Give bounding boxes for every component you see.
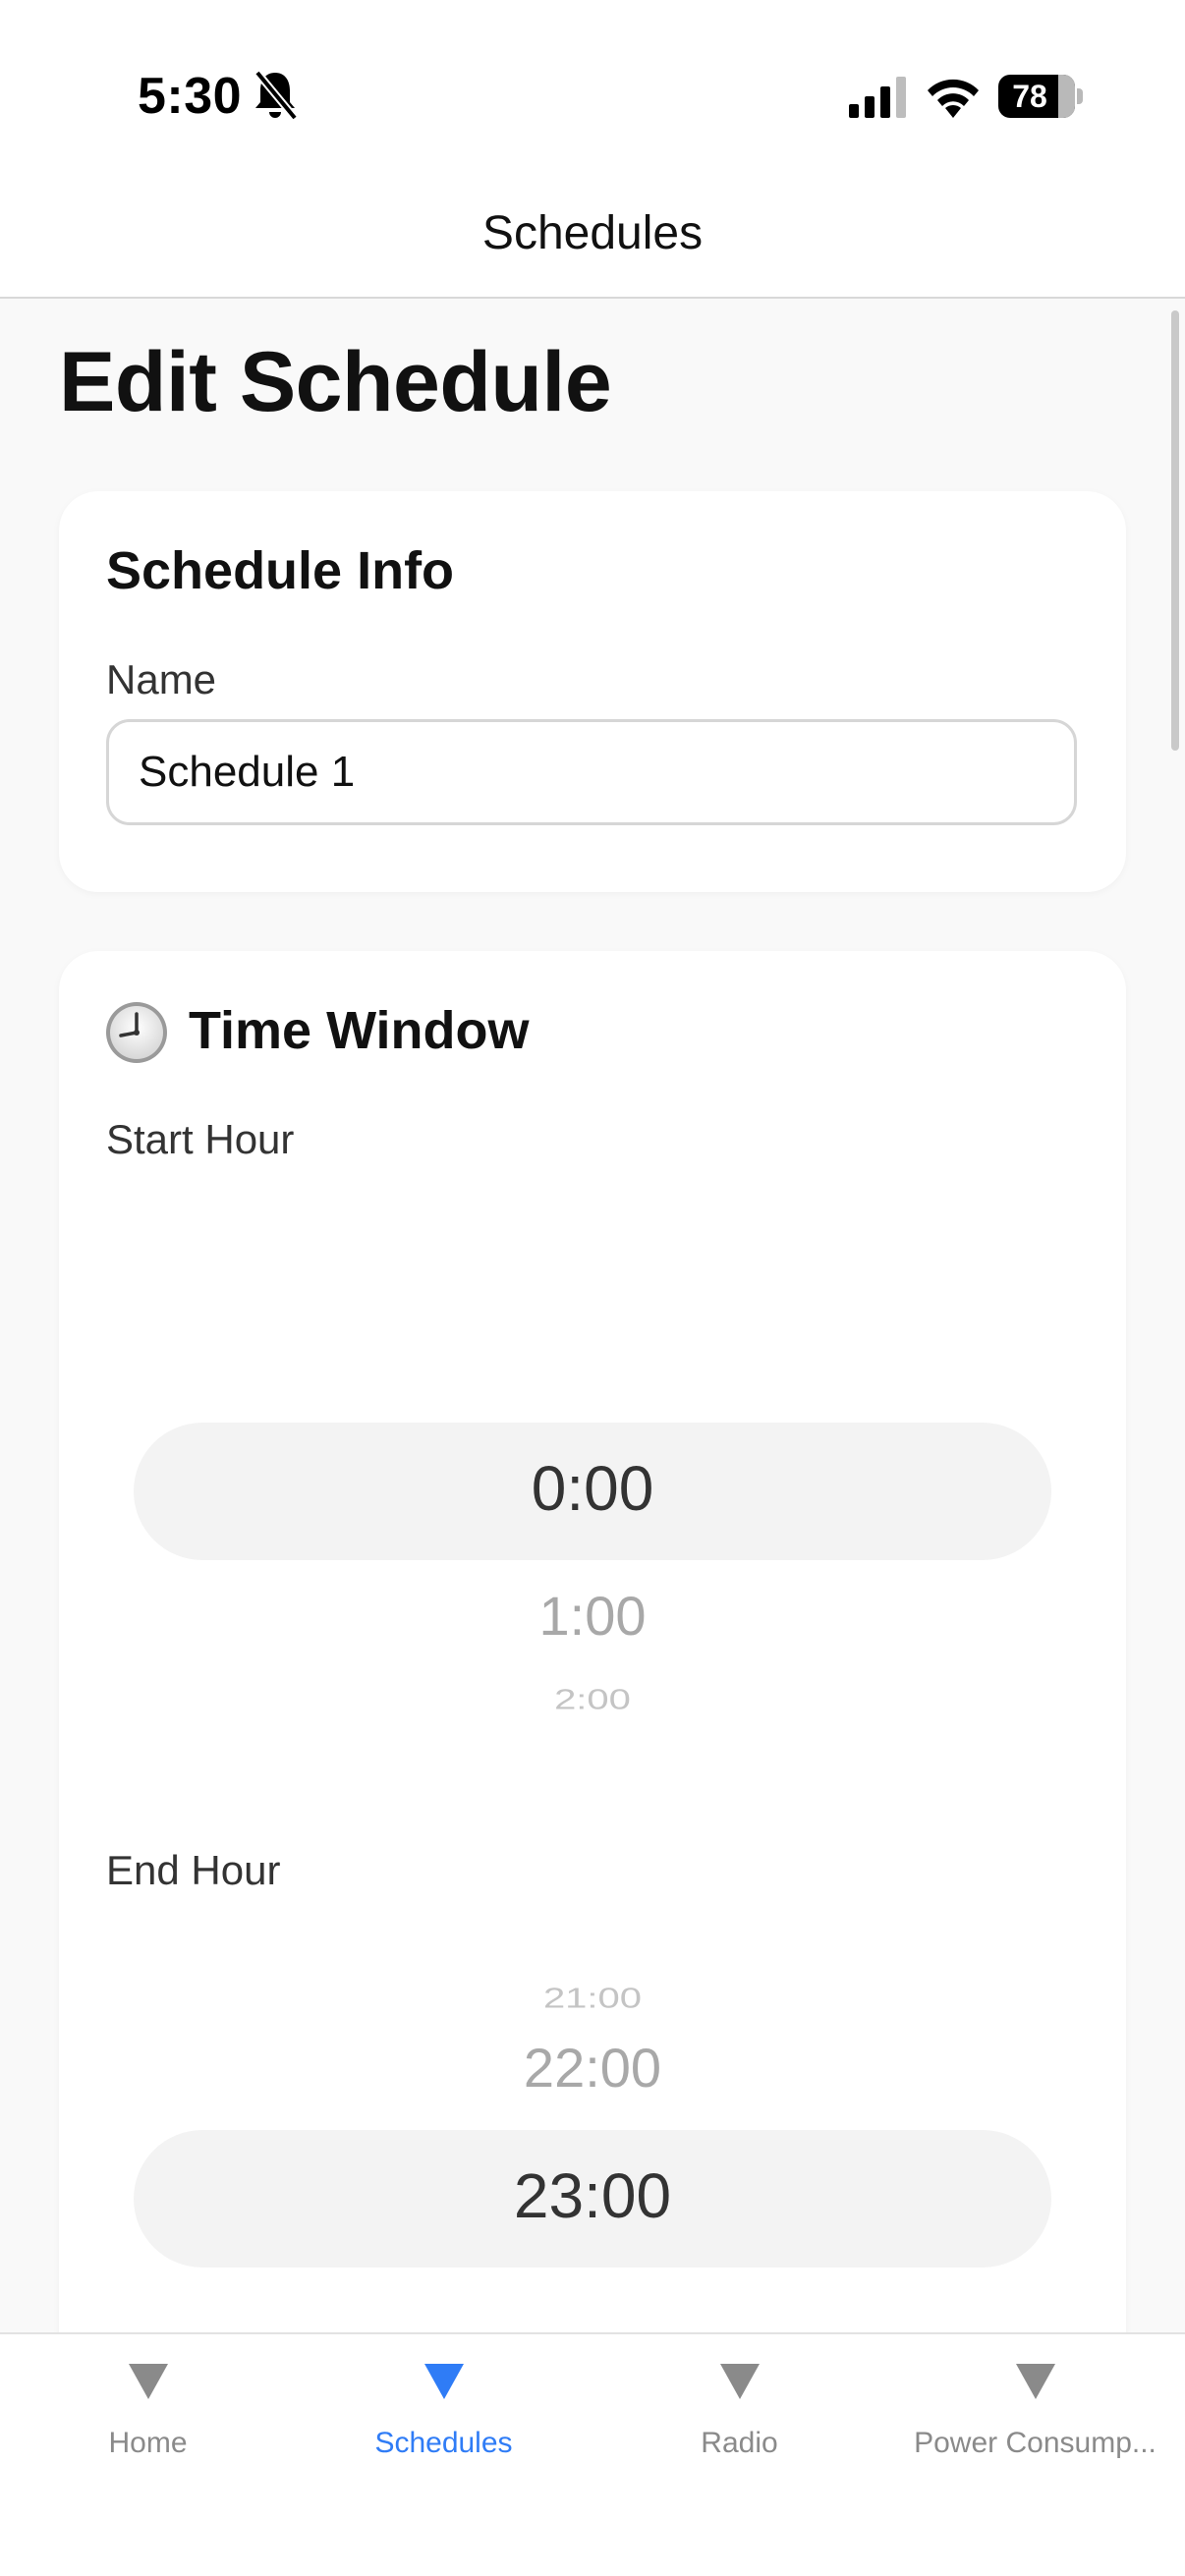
battery-percent: 78 [1012,79,1047,114]
cellular-signal-icon [849,77,906,118]
schedule-info-card: Schedule Info Name [59,491,1126,892]
time-window-heading: Time Window [189,1001,530,1060]
tab-radio[interactable]: Radio [592,2364,887,2482]
end-hour-option-selected[interactable]: 23:00 [106,2159,1079,2232]
status-time: 5:30 [138,68,243,125]
time-window-card: Time Window Start Hour 0:00 1:00 2:00 En… [59,951,1126,2332]
bell-slash-icon [254,70,299,121]
scroll-indicator[interactable] [1171,310,1179,751]
battery-cap [1077,88,1083,104]
end-hour-option[interactable]: 21:00 [106,1983,1079,2014]
end-hour-picker[interactable]: 21:00 22:00 23:00 [106,1969,1079,2332]
tab-label: Schedules [374,2427,513,2459]
tab-home[interactable]: Home [0,2364,296,2482]
status-bar: 5:30 78 [0,0,1185,177]
triangle-down-icon [1015,2364,1055,2399]
battery-body: 78 [998,75,1075,118]
navigation-bar: Schedules [0,177,1185,299]
end-hour-label: End Hour [106,1847,281,1893]
start-hour-option[interactable]: 2:00 [106,1684,1079,1715]
triangle-down-icon [719,2364,760,2399]
wifi-icon [928,79,979,118]
tab-bar: Home Schedules Radio Power Consump... [0,2332,1185,2576]
start-hour-option[interactable]: 1:00 [106,1584,1079,1648]
triangle-down-icon [128,2364,168,2399]
scroll-content[interactable]: Edit Schedule Schedule Info Name Schedul… [0,299,1185,2332]
screen: 5:30 78 Schedules Edit Schedule Schedule… [0,0,1185,2576]
end-hour-option[interactable]: 22:00 [106,2036,1079,2100]
triangle-down-icon [423,2364,464,2399]
tab-label: Radio [701,2427,778,2459]
tab-schedules[interactable]: Schedules [296,2364,592,2482]
tab-power-consumption[interactable]: Power Consump... [887,2364,1183,2482]
page-title: Edit Schedule [59,335,612,429]
schedule-info-heading: Schedule Info [106,541,455,600]
nav-title: Schedules [481,207,704,259]
tab-label: Home [108,2427,188,2459]
name-label: Name [106,656,217,702]
clock-icon [106,1002,167,1063]
start-hour-picker[interactable]: 0:00 1:00 2:00 [106,1423,1079,1757]
tab-label: Power Consump... [914,2427,1157,2459]
battery-indicator: 78 [998,75,1083,118]
start-hour-option-selected[interactable]: 0:00 [106,1452,1079,1525]
start-hour-label: Start Hour [106,1116,295,1162]
schedule-name-input[interactable] [106,719,1077,825]
